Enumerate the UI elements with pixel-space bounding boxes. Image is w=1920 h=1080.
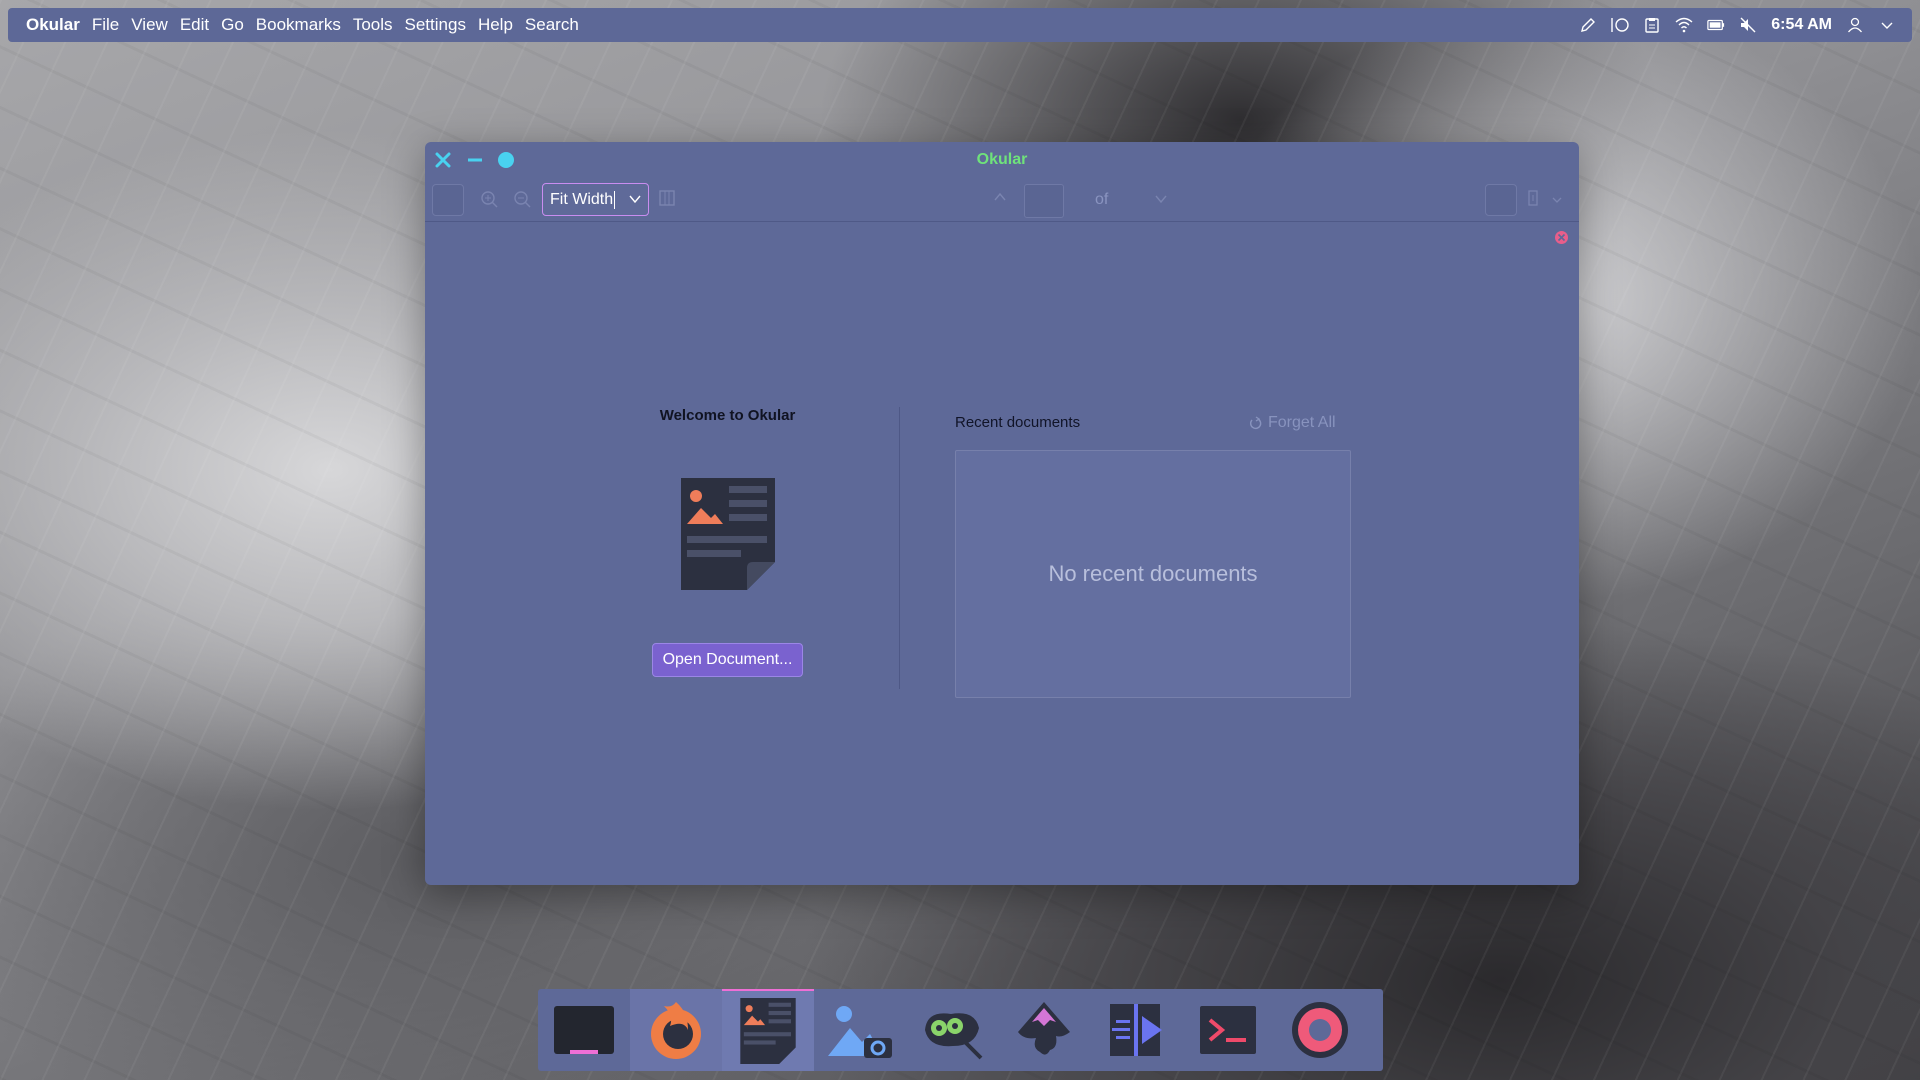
zoom-out-icon[interactable] (513, 190, 531, 213)
zoom-in-icon[interactable] (480, 190, 498, 213)
dock-item-inkscape[interactable] (998, 989, 1090, 1071)
clock[interactable]: 6:54 AM (1771, 16, 1832, 34)
title-bar[interactable]: Okular (425, 142, 1579, 176)
inkscape-icon (1018, 1002, 1070, 1055)
chevron-down-icon[interactable] (1878, 16, 1896, 34)
previous-page-icon[interactable] (993, 190, 1007, 209)
dock-item-settings[interactable] (1274, 989, 1366, 1071)
dock-item-window[interactable] (538, 989, 630, 1071)
menu-edit[interactable]: Edit (174, 15, 215, 35)
page-of-label: of (1095, 191, 1109, 208)
chevron-down-icon[interactable] (628, 192, 642, 211)
media-icon (1110, 1004, 1162, 1056)
recent-documents-header: Recent documents (955, 414, 1081, 431)
menu-file[interactable]: File (86, 15, 125, 35)
pen-icon[interactable] (1579, 16, 1597, 34)
dock-item-gimp[interactable] (906, 989, 998, 1071)
okular-window: Okular Fit Width of Welcome to Okular Op… (425, 142, 1579, 885)
image-camera-icon (828, 1006, 892, 1058)
document-icon (740, 998, 796, 1064)
window-icon (554, 1006, 614, 1054)
menu-help[interactable]: Help (472, 15, 519, 35)
sidebar-toggle-button[interactable] (432, 184, 464, 216)
gimp-icon (925, 1013, 983, 1060)
okular-document-icon (680, 478, 775, 590)
forget-all-button[interactable]: Forget All (1248, 414, 1336, 432)
dock-item-media[interactable] (1090, 989, 1182, 1071)
menu-view[interactable]: View (125, 15, 174, 35)
open-document-button[interactable]: Open Document... (652, 643, 803, 677)
clear-history-icon (1249, 416, 1262, 430)
menu-bookmarks[interactable]: Bookmarks (250, 15, 347, 35)
menu-go[interactable]: Go (215, 15, 250, 35)
welcome-panel: Welcome to Okular Open Document... (640, 407, 815, 677)
global-menu: Okular File View Edit Go Bookmarks Tools… (18, 15, 585, 35)
user-icon[interactable] (1846, 16, 1864, 34)
toolbar: Fit Width of (425, 176, 1579, 222)
zoom-value: Fit Width (550, 190, 614, 208)
forget-all-label: Forget All (1268, 414, 1336, 431)
dock-item-image-viewer[interactable] (814, 989, 906, 1071)
close-message-icon[interactable] (1555, 231, 1568, 244)
settings-icon (1292, 1002, 1348, 1058)
dock (538, 989, 1383, 1071)
dock-item-okular[interactable] (722, 989, 814, 1071)
circle-icon[interactable] (1611, 16, 1629, 34)
view-mode-icon[interactable] (658, 189, 676, 212)
welcome-divider (899, 407, 900, 689)
console-icon (1200, 1006, 1256, 1054)
menu-app-name[interactable]: Okular (18, 15, 86, 35)
chevron-down-icon[interactable] (1551, 192, 1563, 210)
recent-documents-list[interactable]: No recent documents (955, 450, 1351, 698)
menu-settings[interactable]: Settings (399, 15, 472, 35)
page-number-input[interactable] (1024, 184, 1064, 218)
top-panel: Okular File View Edit Go Bookmarks Tools… (8, 8, 1912, 42)
dock-item-firefox[interactable] (630, 989, 722, 1071)
welcome-title: Welcome to Okular (659, 407, 796, 424)
menu-search[interactable]: Search (519, 15, 585, 35)
selection-tool-icon[interactable] (1527, 189, 1543, 212)
zoom-select[interactable]: Fit Width (542, 183, 649, 216)
system-tray: 6:54 AM (1579, 16, 1902, 34)
next-page-icon[interactable] (1154, 192, 1168, 211)
volume-muted-icon[interactable] (1739, 16, 1757, 34)
dock-item-console[interactable] (1182, 989, 1274, 1071)
battery-icon[interactable] (1707, 16, 1725, 34)
text-cursor (614, 190, 616, 209)
clipboard-icon[interactable] (1643, 16, 1661, 34)
window-title: Okular (976, 151, 1028, 168)
firefox-icon (651, 1002, 701, 1059)
browse-tool-button[interactable] (1485, 184, 1517, 216)
no-recent-documents-message: No recent documents (1048, 561, 1258, 586)
wifi-icon[interactable] (1675, 16, 1693, 34)
menu-tools[interactable]: Tools (347, 15, 399, 35)
